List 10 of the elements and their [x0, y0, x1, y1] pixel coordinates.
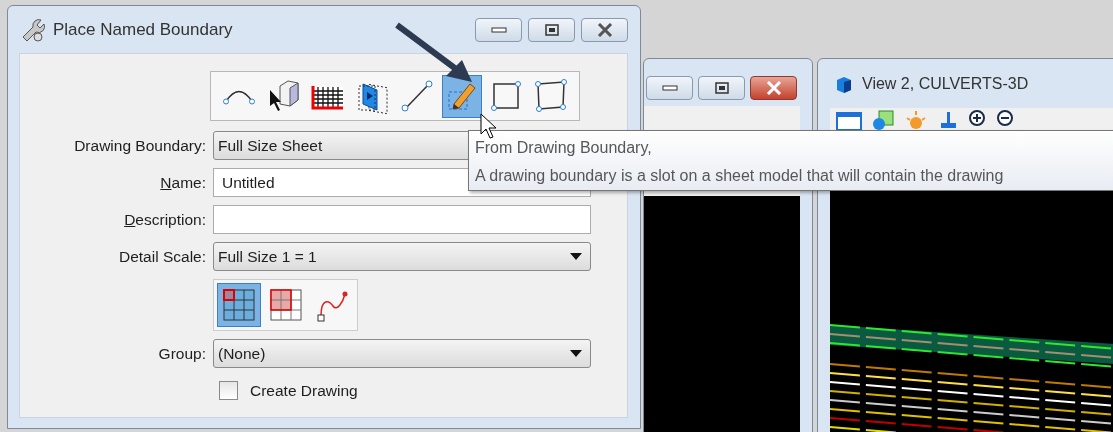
window-title: View 2, CULVERTS-3D [862, 73, 1029, 94]
dropdown[interactable]: (None) [213, 339, 591, 368]
field-label: Detail Scale: [118, 246, 206, 267]
window-title: Place Named Boundary [53, 18, 234, 41]
dropdown[interactable]: Full Size 1 = 1 [213, 242, 591, 271]
checkbox-label: Create Drawing [250, 381, 358, 401]
field-label: Description: [123, 209, 206, 230]
field-label: Group: [157, 343, 206, 364]
field-label: Name: [159, 172, 206, 193]
field-label: Drawing Boundary: [73, 135, 206, 156]
